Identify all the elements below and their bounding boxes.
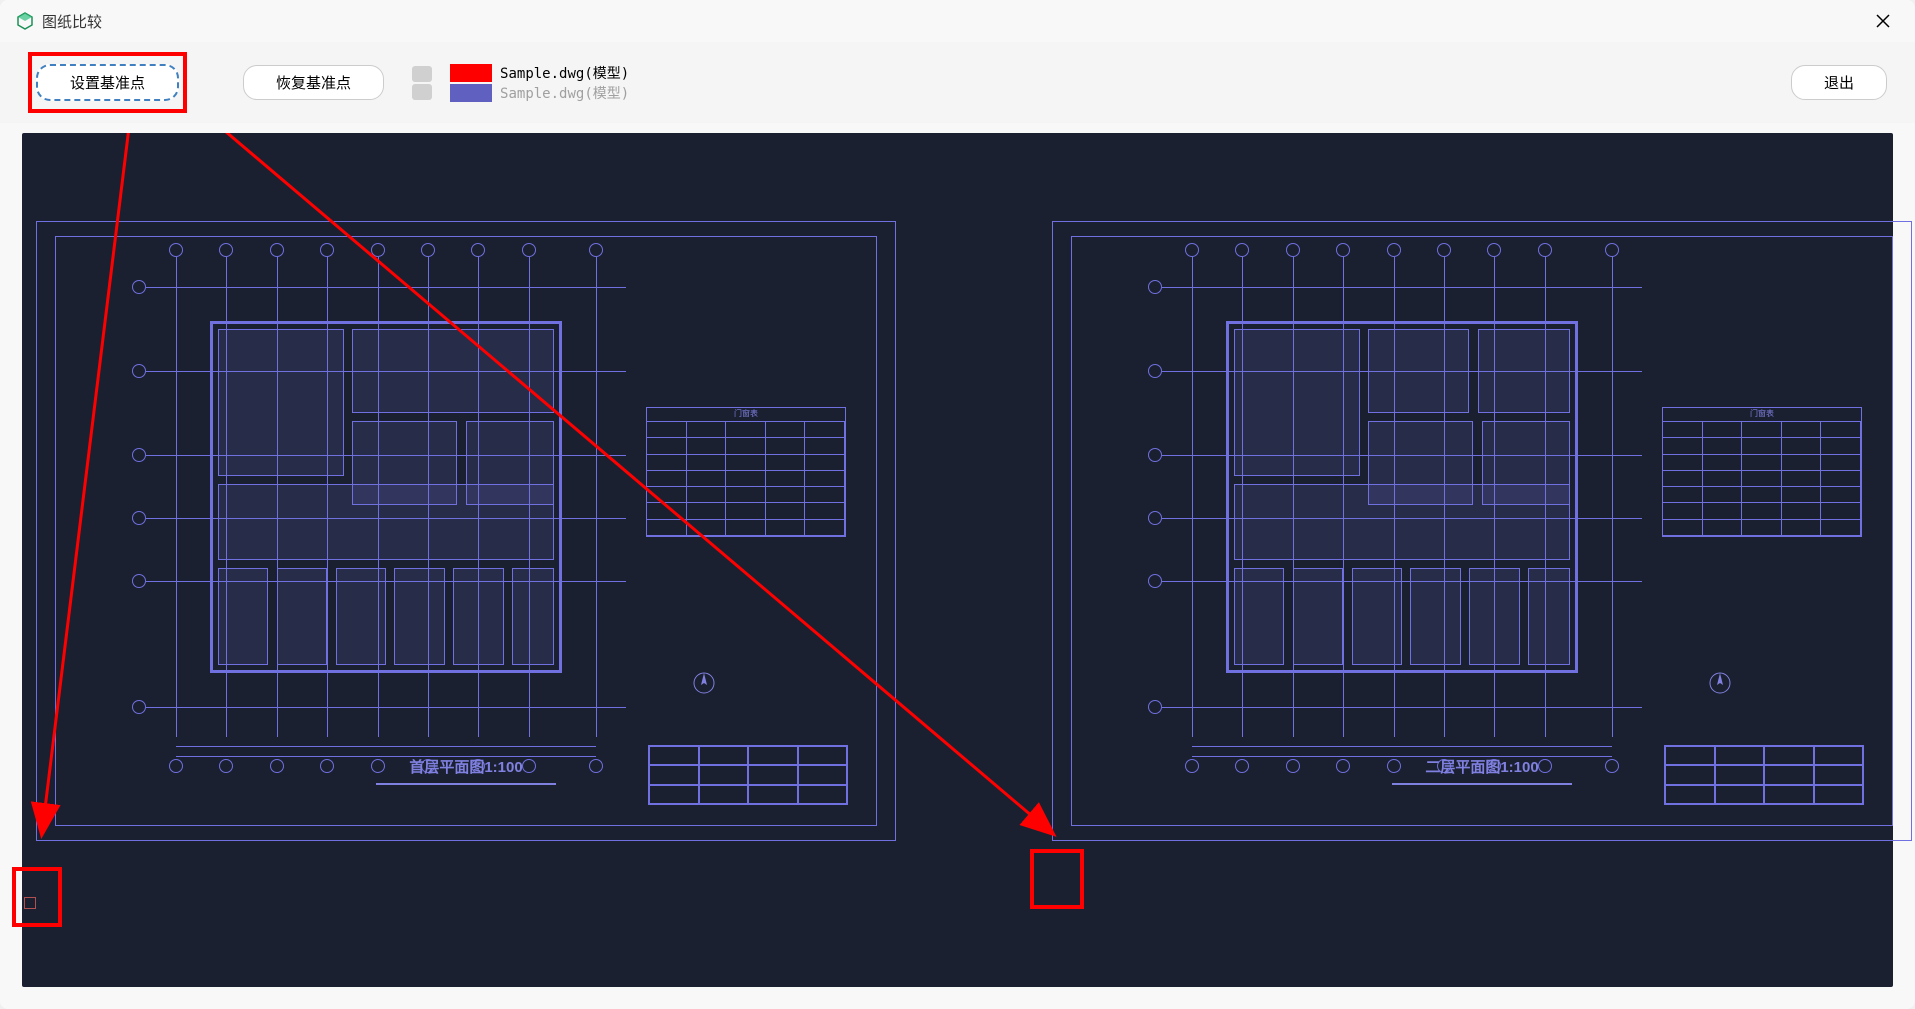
exit-button[interactable]: 退出 [1791,65,1887,100]
legend-swatch-red [450,64,492,82]
toolbar: 设置基准点 恢复基准点 Sample.dwg(模型) Sample.dwg(模型… [0,42,1915,123]
title-block-left [648,745,848,805]
inner-frame-left: 门窗表 首层平面图1:100 [55,236,877,826]
corner-mark [24,897,36,909]
title-underline [1392,783,1572,785]
titlebar-left: 图纸比较 [16,11,102,32]
highlight-set-base-point: 设置基准点 [28,52,187,113]
drawing-frame-left: 门窗表 首层平面图1:100 [36,221,896,841]
legend-label-1: Sample.dwg(模型) [500,63,629,83]
legend-row-2: Sample.dwg(模型) [450,83,629,103]
inner-frame-right: 门窗表 二层平面图1:100 [1071,236,1893,826]
schedule-title: 门窗表 [1663,408,1861,422]
floor-plan-right [1192,287,1612,707]
highlight-marker-left [12,867,62,927]
north-arrow-icon [1708,671,1732,695]
lock-icon-2[interactable] [412,84,432,100]
highlight-marker-right [1030,849,1084,909]
north-arrow-icon [692,671,716,695]
door-schedule-left: 门窗表 [646,407,846,537]
drawing-title-right: 二层平面图1:100 [1425,756,1538,777]
app-icon [16,12,34,30]
canvas-area[interactable]: 门窗表 首层平面图1:100 [22,133,1893,987]
lock-icons-group [412,66,432,100]
title-block-right [1664,745,1864,805]
lock-icon-1[interactable] [412,66,432,82]
legend-row-1: Sample.dwg(模型) [450,63,629,83]
legend-swatch-purple [450,84,492,102]
legend-label-2: Sample.dwg(模型) [500,83,629,103]
titlebar: 图纸比较 [0,0,1915,42]
window-root: 图纸比较 设置基准点 恢复基准点 Sample.dwg(模型) [0,0,1915,1009]
schedule-title: 门窗表 [647,408,845,422]
drawing-title-left: 首层平面图1:100 [409,756,522,777]
restore-base-point-button[interactable]: 恢复基准点 [243,65,384,100]
floor-plan-left [176,287,596,707]
set-base-point-button[interactable]: 设置基准点 [36,64,179,101]
close-button[interactable] [1867,8,1899,34]
title-underline [376,783,556,785]
legend: Sample.dwg(模型) Sample.dwg(模型) [450,63,629,103]
drawing-frame-right: 门窗表 二层平面图1:100 [1052,221,1912,841]
door-schedule-right: 门窗表 [1662,407,1862,537]
window-title: 图纸比较 [42,11,102,32]
